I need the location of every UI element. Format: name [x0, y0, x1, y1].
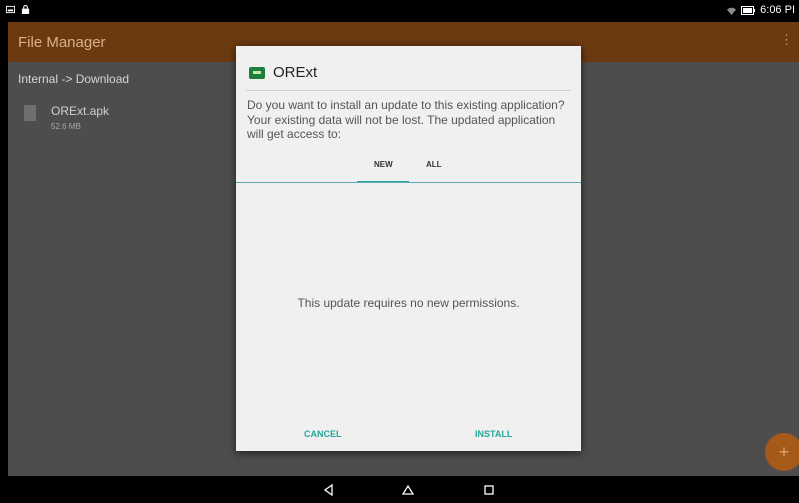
status-bar-left: [6, 5, 30, 14]
recents-icon[interactable]: [478, 479, 500, 501]
dialog-message: Do you want to install an update to this…: [247, 98, 565, 141]
dialog-header: ORExt: [249, 64, 317, 81]
dialog-actions: CANCEL INSTALL: [236, 426, 581, 446]
file-size: 52.6 MB: [51, 122, 81, 131]
image-icon: [6, 5, 15, 14]
file-icon: [24, 105, 36, 121]
permission-message: This update requires no new permissions.: [297, 296, 520, 310]
home-icon[interactable]: [397, 479, 419, 501]
wifi-icon: [727, 7, 737, 15]
more-vert-icon[interactable]: ⋮: [780, 32, 793, 48]
dialog-divider: [246, 90, 571, 91]
dialog-title: ORExt: [273, 64, 318, 81]
app-icon: [249, 66, 265, 79]
tab-new[interactable]: NEW: [374, 160, 393, 169]
battery-icon: [741, 5, 756, 15]
tab-all[interactable]: ALL: [426, 160, 442, 169]
tabs-divider: [236, 182, 581, 183]
status-bar: 6:06 PI: [0, 0, 799, 22]
cancel-button[interactable]: CANCEL: [304, 429, 342, 439]
navigation-bar: [0, 476, 799, 503]
install-button[interactable]: INSTALL: [475, 429, 512, 439]
file-name: ORExt.apk: [51, 104, 110, 118]
install-dialog: ORExt Do you want to install an update t…: [236, 46, 581, 451]
breadcrumb: Internal -> Download: [18, 72, 130, 86]
back-icon[interactable]: [318, 479, 340, 501]
app-title: File Manager: [18, 34, 106, 51]
add-fab-button[interactable]: +: [765, 433, 799, 471]
file-list-item[interactable]: ORExt.apk 52.6 MB: [22, 102, 222, 142]
permission-tabs: NEW ALL: [236, 153, 581, 184]
status-bar-right: 6:06 PI: [727, 4, 795, 16]
status-time: 6:06 PI: [760, 4, 795, 16]
lock-icon: [21, 5, 30, 14]
